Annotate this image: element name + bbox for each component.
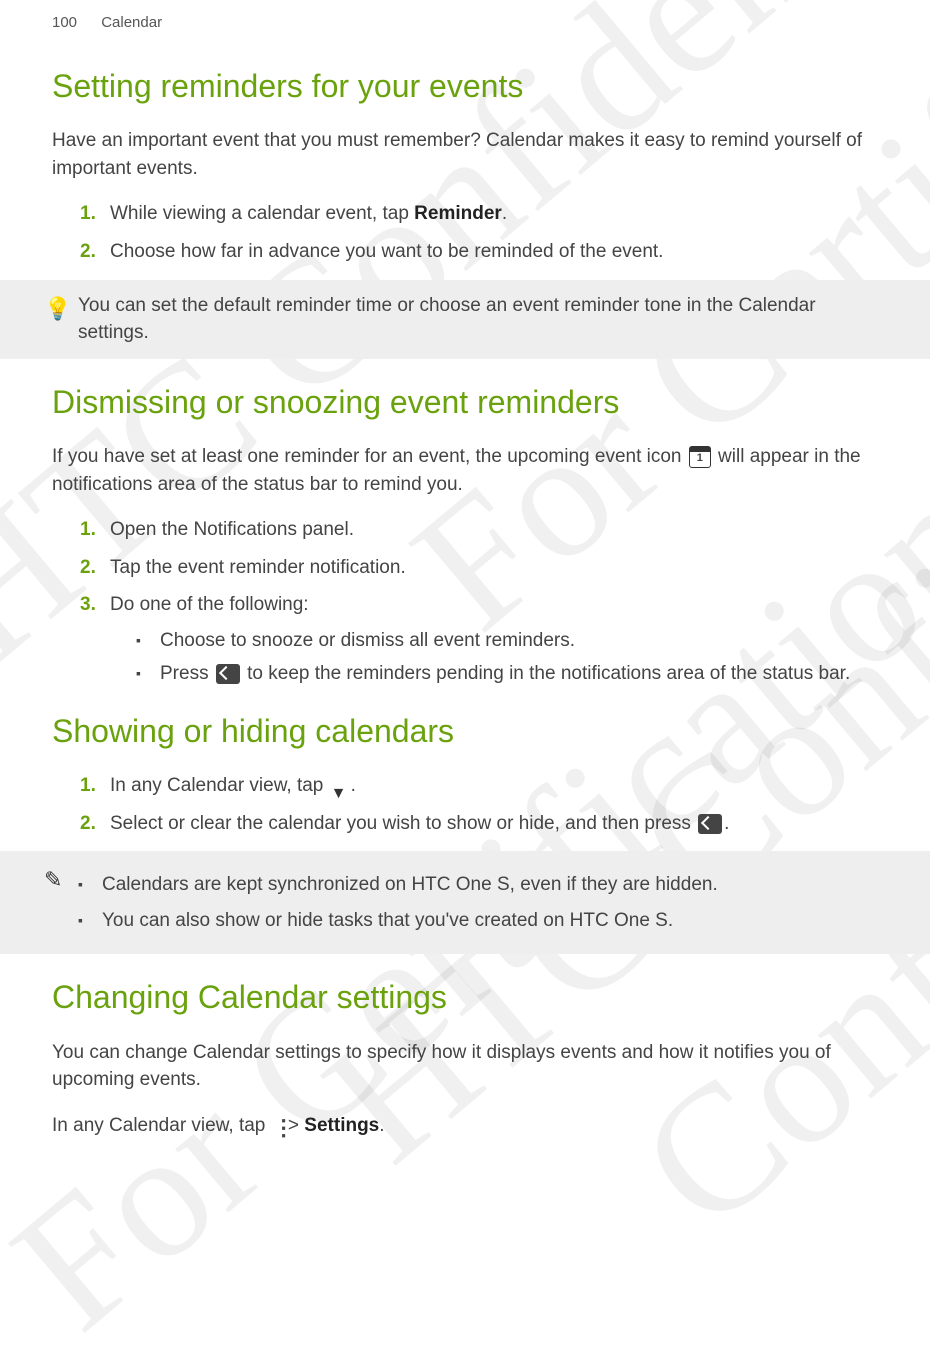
step-2: 2. Choose how far in advance you want to… — [80, 238, 878, 266]
steps-dismiss: 1.Open the Notifications panel. 2.Tap th… — [80, 516, 878, 688]
intro-settings: You can change Calendar settings to spec… — [52, 1039, 878, 1094]
dropdown-icon — [331, 779, 349, 793]
step-1: 1.Open the Notifications panel. — [80, 516, 878, 544]
step-3: 3.Do one of the following: Choose to sno… — [80, 591, 878, 688]
bullet-press-back: Press to keep the reminders pending in t… — [136, 660, 878, 688]
heading-reminders: Setting reminders for your events — [52, 67, 878, 105]
step-2: 2. Select or clear the calendar you wish… — [80, 810, 878, 838]
tip-tasks: You can also show or hide tasks that you… — [78, 907, 878, 935]
pencil-icon: ✎ — [44, 867, 62, 893]
bullet-snooze: Choose to snooze or dismiss all event re… — [136, 627, 878, 655]
calendar-event-icon — [689, 446, 711, 468]
intro-reminders: Have an important event that you must re… — [52, 127, 878, 182]
tip-sync: Calendars are kept synchronized on HTC O… — [78, 871, 878, 899]
step-1: 1. In any Calendar view, tap . — [80, 772, 878, 800]
settings-path: In any Calendar view, tap > Settings. — [52, 1112, 878, 1140]
heading-dismiss: Dismissing or snoozing event reminders — [52, 383, 878, 421]
tip-box-showhide: ✎ Calendars are kept synchronized on HTC… — [0, 851, 930, 954]
tip-list: Calendars are kept synchronized on HTC O… — [78, 871, 878, 934]
step-1: 1. While viewing a calendar event, tap R… — [80, 200, 878, 228]
lightbulb-icon: 💡 — [44, 296, 71, 322]
page-number: 100 — [52, 14, 77, 31]
tip-text: You can set the default reminder time or… — [78, 292, 878, 347]
page-content: 100 Calendar Setting reminders for your … — [0, 0, 930, 1178]
intro-dismiss: If you have set at least one reminder fo… — [52, 443, 878, 498]
heading-showhide: Showing or hiding calendars — [52, 712, 878, 750]
sub-bullets: Choose to snooze or dismiss all event re… — [136, 627, 878, 688]
steps-showhide: 1. In any Calendar view, tap . 2. Select… — [80, 772, 878, 837]
page-header: 100 Calendar — [52, 14, 878, 31]
steps-reminders: 1. While viewing a calendar event, tap R… — [80, 200, 878, 265]
step-2: 2.Tap the event reminder notification. — [80, 554, 878, 582]
back-icon — [698, 814, 722, 834]
back-icon — [216, 664, 240, 684]
heading-settings: Changing Calendar settings — [52, 978, 878, 1016]
tip-box-reminders: 💡 You can set the default reminder time … — [0, 280, 930, 359]
menu-dots-icon — [273, 1116, 281, 1136]
section-name: Calendar — [101, 14, 162, 31]
